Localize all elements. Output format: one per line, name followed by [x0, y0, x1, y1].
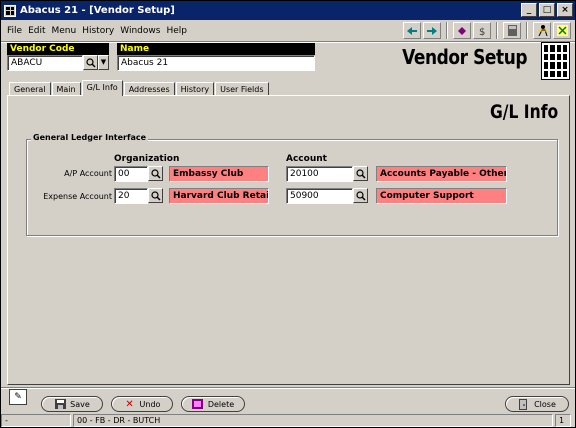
delete-icon — [192, 399, 204, 410]
name-input[interactable]: Abacus 21 — [117, 55, 315, 71]
search-icon — [355, 190, 366, 201]
menu-menu[interactable]: Menu — [52, 26, 77, 36]
status-page: 1 — [555, 414, 571, 427]
record-icon[interactable] — [453, 22, 471, 39]
tab-user-fields[interactable]: User Fields — [215, 82, 269, 96]
undo-label: Undo — [139, 399, 161, 409]
save-icon — [54, 399, 66, 410]
status-session: 00 - FB - DR - BUTCH — [73, 414, 553, 427]
notes-icon[interactable]: ✎ — [9, 389, 27, 405]
status-bar: - 00 - FB - DR - BUTCH 1 — [1, 414, 575, 427]
group-title: General Ledger Interface — [31, 133, 149, 142]
toolbar: $ — [403, 22, 571, 39]
vendor-code-label: Vendor Code — [7, 43, 109, 55]
expense-account-label: Expense Account — [43, 192, 112, 201]
page-title: Vendor Setup — [401, 45, 528, 69]
vendor-lookup-button[interactable] — [83, 55, 98, 70]
close-label: Close — [534, 399, 556, 409]
organization-header: Organization — [114, 154, 180, 164]
expense-org-lookup-button[interactable] — [148, 188, 163, 203]
expense-account-input[interactable]: 50900 — [286, 188, 353, 204]
window-title: Abacus 21 - [Vendor Setup] — [20, 5, 175, 16]
ap-account-lookup-button[interactable] — [353, 166, 368, 181]
menu-edit[interactable]: Edit — [28, 26, 45, 36]
ap-account-description: Accounts Payable - Other — [376, 166, 507, 182]
undo-button[interactable]: ✕ Undo — [111, 396, 173, 412]
arrow-right-icon[interactable] — [423, 22, 441, 39]
main-window: Abacus 21 - [Vendor Setup] _ □ × File Ed… — [0, 0, 576, 428]
person-icon[interactable] — [533, 22, 551, 39]
save-label: Save — [70, 399, 90, 409]
app-icon — [4, 4, 16, 17]
vendor-code-input[interactable]: ABACU — [7, 55, 83, 71]
ap-account-input[interactable]: 20100 — [286, 166, 353, 182]
expense-org-description: Harvard Club Retail — [169, 188, 269, 204]
tab-addresses[interactable]: Addresses — [123, 82, 175, 96]
vendor-dropdown-button[interactable]: ▼ — [98, 55, 109, 70]
ap-org-input[interactable]: 00 — [114, 166, 148, 182]
expense-org-input[interactable]: 20 — [114, 188, 148, 204]
ap-account-label: A/P Account — [64, 169, 112, 178]
tab-gl-info[interactable]: G/L Info — [81, 80, 123, 96]
undo-icon: ✕ — [125, 398, 134, 410]
search-icon — [355, 168, 366, 179]
money-icon[interactable]: $ — [473, 22, 491, 39]
tab-main[interactable]: Main — [51, 82, 81, 96]
search-icon — [150, 168, 161, 179]
tab-history[interactable]: History — [175, 82, 215, 96]
svg-text:$: $ — [479, 27, 485, 36]
delete-button[interactable]: Delete — [181, 396, 245, 412]
section-title: G/L Info — [489, 101, 558, 123]
close-button[interactable]: Close — [505, 396, 569, 412]
maximize-button[interactable]: □ — [539, 3, 555, 17]
ap-org-lookup-button[interactable] — [148, 166, 163, 181]
arrow-left-icon[interactable] — [403, 22, 421, 39]
abacus-logo — [541, 42, 570, 80]
save-button[interactable]: Save — [41, 396, 103, 412]
menu-file[interactable]: File — [7, 26, 22, 36]
minimize-button[interactable]: _ — [521, 3, 537, 17]
ap-org-description: Embassy Club — [169, 166, 269, 182]
help-icon[interactable] — [553, 22, 571, 39]
expense-account-description: Computer Support — [376, 188, 507, 204]
account-header: Account — [286, 154, 327, 164]
expense-account-lookup-button[interactable] — [353, 188, 368, 203]
title-bar[interactable]: Abacus 21 - [Vendor Setup] _ □ × — [1, 1, 575, 20]
name-label: Name — [117, 43, 315, 55]
status-left: - — [1, 414, 71, 427]
menu-help[interactable]: Help — [166, 26, 187, 36]
calculator-icon[interactable] — [503, 22, 521, 39]
tab-general[interactable]: General — [9, 82, 51, 96]
tab-strip: General Main G/L Info Addresses History … — [9, 80, 270, 96]
menu-windows[interactable]: Windows — [120, 26, 160, 36]
search-icon — [85, 57, 96, 68]
close-window-button[interactable]: × — [557, 3, 573, 17]
menu-history[interactable]: History — [82, 26, 114, 36]
search-icon — [150, 190, 161, 201]
delete-label: Delete — [207, 399, 235, 409]
door-icon — [518, 398, 530, 410]
